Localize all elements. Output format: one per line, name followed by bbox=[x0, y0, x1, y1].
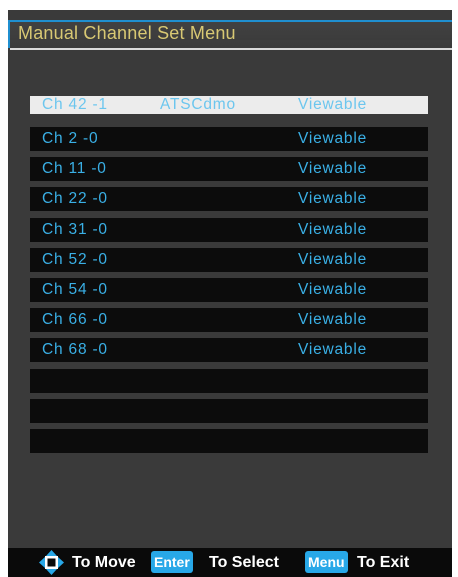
select-hint: To Select bbox=[209, 554, 279, 571]
channel-number: Ch 2 -0 bbox=[42, 130, 99, 147]
channel-status: Viewable bbox=[298, 280, 368, 298]
channel-number: Ch 66 -0 bbox=[42, 311, 108, 329]
four-way-arrow-icon bbox=[39, 550, 64, 575]
channel-status: Viewable bbox=[298, 130, 368, 147]
channel-status: Viewable bbox=[298, 96, 368, 113]
channel-number: Ch 54 -0 bbox=[42, 280, 108, 298]
channel-number: Ch 11 -0 bbox=[42, 160, 107, 178]
channel-row[interactable]: Ch 31 -0 Viewable bbox=[30, 217, 428, 242]
channel-row-empty[interactable] bbox=[30, 398, 428, 423]
exit-hint: To Exit bbox=[357, 554, 410, 571]
channel-list: Ch 42 -1 ATSCdmo Viewable Ch 2 -0 Viewab… bbox=[30, 96, 428, 459]
channel-type: ATSCdmo bbox=[160, 96, 236, 113]
channel-number: Ch 31 -0 bbox=[42, 220, 108, 238]
channel-status: Viewable bbox=[298, 311, 368, 329]
footer-hint-bar: To Move Enter To Select Menu To Exit bbox=[8, 548, 452, 577]
channel-status: Viewable bbox=[298, 250, 368, 268]
title-bar: Manual Channel Set Menu bbox=[8, 20, 452, 50]
channel-row[interactable]: Ch 2 -0 Viewable bbox=[30, 127, 428, 151]
channel-row-selected[interactable]: Ch 42 -1 ATSCdmo Viewable bbox=[30, 96, 428, 114]
menu-key-badge: Menu bbox=[305, 551, 348, 573]
channel-status: Viewable bbox=[298, 220, 368, 238]
channel-row-empty[interactable] bbox=[30, 428, 428, 453]
channel-status: Viewable bbox=[298, 160, 368, 178]
channel-row[interactable]: Ch 66 -0 Viewable bbox=[30, 308, 428, 333]
channel-row[interactable]: Ch 22 -0 Viewable bbox=[30, 187, 428, 212]
enter-key-badge: Enter bbox=[151, 551, 193, 573]
move-hint: To Move bbox=[72, 554, 136, 571]
menu-title: Manual Channel Set Menu bbox=[18, 23, 236, 43]
channel-status: Viewable bbox=[298, 190, 368, 208]
channel-row[interactable]: Ch 52 -0 Viewable bbox=[30, 247, 428, 272]
channel-number: Ch 42 -1 bbox=[42, 96, 108, 113]
channel-row[interactable]: Ch 11 -0 Viewable bbox=[30, 157, 428, 182]
channel-row[interactable]: Ch 54 -0 Viewable bbox=[30, 277, 428, 302]
channel-row-empty[interactable] bbox=[30, 368, 428, 393]
channel-number: Ch 68 -0 bbox=[42, 341, 108, 359]
channel-number: Ch 22 -0 bbox=[42, 190, 108, 208]
channel-number: Ch 52 -0 bbox=[42, 250, 108, 268]
channel-status: Viewable bbox=[298, 341, 368, 359]
title-divider bbox=[10, 48, 452, 50]
channel-row[interactable]: Ch 68 -0 Viewable bbox=[30, 338, 428, 363]
